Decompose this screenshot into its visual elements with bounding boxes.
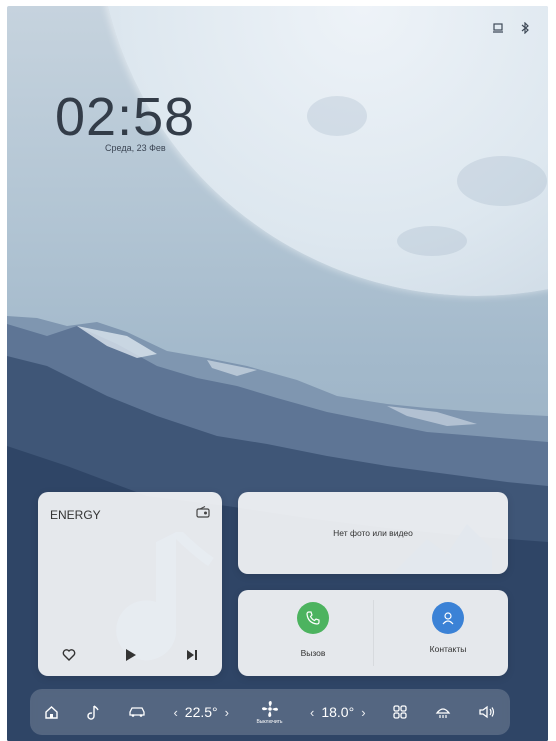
quick-actions-widget: Вызов Контакты [238, 590, 508, 676]
music-note-icon [116, 532, 214, 661]
contacts-icon [432, 602, 464, 634]
radio-icon[interactable] [196, 506, 210, 518]
clock-date: Среда, 23 Фев [105, 143, 166, 153]
apps-icon[interactable] [393, 705, 407, 719]
fan-button[interactable]: Выключить [256, 700, 283, 725]
passenger-temperature-control[interactable]: ‹ 18.0° › [310, 704, 366, 720]
temp-increase-icon[interactable]: › [361, 705, 365, 720]
music-widget[interactable]: ENERGY [38, 492, 222, 676]
call-label: Вызов [300, 648, 326, 658]
music-icon[interactable] [86, 704, 100, 720]
call-button[interactable]: Вызов [253, 602, 373, 658]
defrost-icon[interactable] [435, 705, 451, 719]
car-icon[interactable] [128, 706, 146, 718]
clock-time: 02:58 [55, 87, 196, 147]
phone-icon [297, 602, 329, 634]
playback-controls [38, 648, 222, 662]
next-icon[interactable] [186, 649, 198, 661]
volume-icon[interactable] [478, 705, 496, 719]
status-bar [492, 22, 530, 34]
fan-label: Выключить [256, 718, 283, 725]
heart-icon[interactable] [62, 649, 76, 661]
profile-icon[interactable] [492, 22, 504, 34]
photo-empty-message: Нет фото или видео [333, 528, 413, 538]
home-icon[interactable] [44, 705, 59, 720]
bottom-dock: ‹ 22.5° › Выключить ‹ 18.0° › [30, 689, 510, 735]
temp-decrease-icon[interactable]: ‹ [310, 705, 314, 720]
temp-increase-icon[interactable]: › [225, 705, 229, 720]
fan-icon [261, 700, 278, 717]
temp-decrease-icon[interactable]: ‹ [173, 705, 177, 720]
bluetooth-icon[interactable] [520, 22, 530, 34]
driver-temp-value: 22.5° [184, 704, 218, 720]
contacts-button[interactable]: Контакты [388, 602, 508, 654]
play-icon[interactable] [125, 648, 137, 662]
photo-widget[interactable]: Нет фото или видео [238, 492, 508, 574]
driver-temperature-control[interactable]: ‹ 22.5° › [173, 704, 229, 720]
station-name: ENERGY [50, 508, 101, 522]
divider [373, 600, 374, 666]
contacts-label: Контакты [429, 644, 467, 654]
passenger-temp-value: 18.0° [321, 704, 355, 720]
